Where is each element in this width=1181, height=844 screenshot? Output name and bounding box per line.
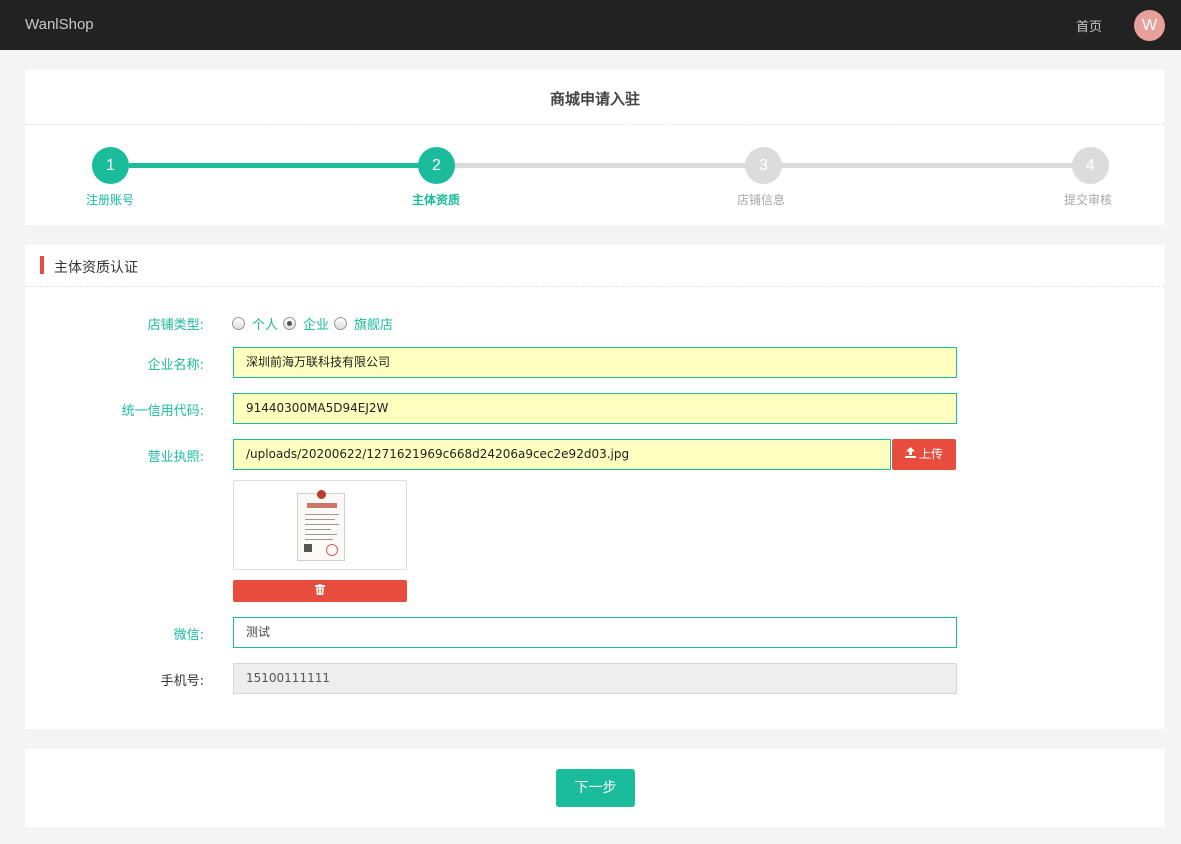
- upload-button-label: 上传: [918, 447, 943, 461]
- user-avatar[interactable]: W: [1134, 10, 1165, 41]
- step-4-label: 提交审核: [1063, 193, 1112, 207]
- license-image: [297, 490, 345, 561]
- shop-type-label: 店铺类型:: [147, 318, 204, 333]
- radio-flagship-circle[interactable]: [334, 316, 348, 330]
- next-step-button[interactable]: 下一步: [556, 769, 635, 807]
- license-label: 营业执照:: [147, 450, 204, 465]
- wechat-input[interactable]: 测试: [233, 617, 957, 648]
- title-divider: [25, 124, 1165, 125]
- top-navbar: WanlShop 首页 W: [0, 0, 1181, 50]
- radio-personal[interactable]: 个人: [232, 314, 278, 333]
- step-1-label: 注册账号: [85, 193, 134, 207]
- license-thumbnail[interactable]: [233, 480, 407, 570]
- upload-icon: [904, 439, 916, 470]
- company-name-input[interactable]: 深圳前海万联科技有限公司: [233, 347, 957, 378]
- steps-card: 商城申请入驻 1 2 3 4 注册账号 主体资质 店铺信息 提交审核: [25, 70, 1165, 225]
- shop-type-radio-group: 个人 企业 旗舰店: [232, 314, 398, 333]
- radio-flagship[interactable]: 旗舰店: [334, 314, 393, 333]
- trash-icon: [315, 583, 325, 599]
- step-connector-2-3: [455, 163, 749, 168]
- brand-logo-text[interactable]: WanlShop: [25, 16, 94, 33]
- company-name-label: 企业名称:: [147, 358, 204, 373]
- step-4-circle: 4: [1072, 147, 1109, 184]
- delete-image-button[interactable]: [233, 580, 407, 602]
- home-link[interactable]: 首页: [1076, 16, 1102, 35]
- section-accent-bar: [40, 256, 44, 274]
- radio-flagship-label: 旗舰店: [354, 317, 394, 333]
- wechat-label: 微信:: [173, 628, 204, 643]
- phone-input[interactable]: 15100111111: [233, 663, 957, 694]
- section-title: 主体资质认证: [54, 260, 138, 276]
- footer-card: 下一步: [25, 749, 1165, 827]
- radio-personal-circle[interactable]: [232, 316, 245, 330]
- step-connector-3-4: [781, 163, 1075, 168]
- upload-button[interactable]: 上传: [892, 439, 956, 470]
- license-path-input[interactable]: /uploads/20200622/1271621969c668d24206a9…: [233, 439, 891, 470]
- step-3-circle: 3: [745, 147, 782, 184]
- section-divider: [25, 286, 1165, 287]
- step-connector-1-2: [129, 163, 423, 168]
- step-3-label: 店铺信息: [736, 193, 785, 207]
- credit-code-label: 统一信用代码:: [121, 404, 204, 419]
- radio-enterprise-circle[interactable]: [283, 316, 297, 330]
- radio-enterprise-label: 企业: [303, 317, 330, 333]
- step-1-circle: 1: [92, 147, 129, 184]
- radio-personal-label: 个人: [252, 317, 279, 333]
- credit-code-input[interactable]: 91440300MA5D94EJ2W: [233, 393, 957, 424]
- phone-label: 手机号:: [160, 674, 204, 689]
- page-title: 商城申请入驻: [549, 90, 640, 108]
- step-2-label: 主体资质: [411, 193, 460, 207]
- radio-enterprise[interactable]: 企业: [283, 314, 329, 333]
- qualification-form-card: 主体资质认证 店铺类型: 个人 企业 旗舰店 企业名称: 深圳前海万联科技有限公…: [25, 245, 1165, 729]
- step-2-circle: 2: [418, 147, 455, 184]
